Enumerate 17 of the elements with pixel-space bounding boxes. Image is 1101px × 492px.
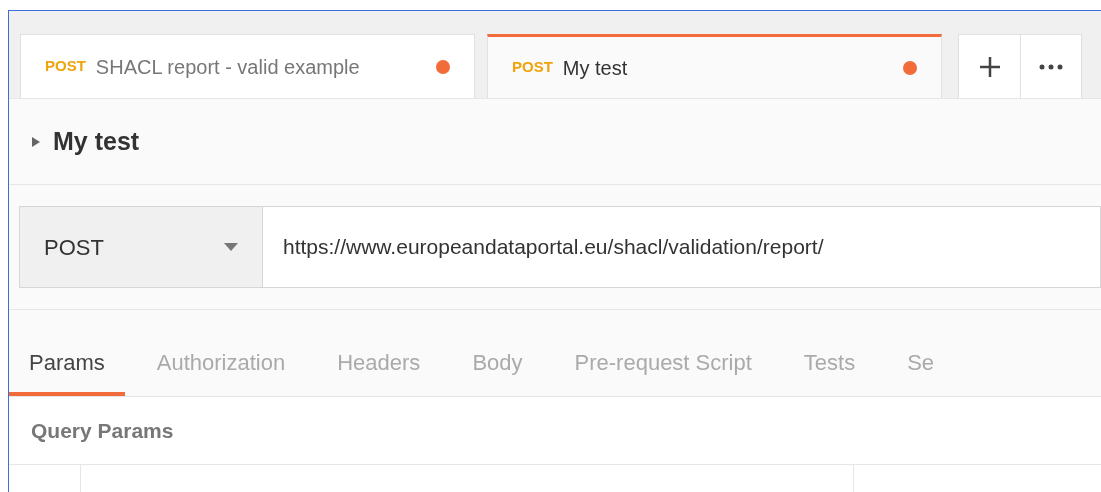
section-tab[interactable]: Tests [783,346,876,396]
request-tab[interactable]: POST SHACL report - valid example [20,34,475,98]
section-tab[interactable]: Se [887,346,955,396]
section-tab[interactable]: Body [452,346,543,396]
request-tab[interactable]: POST My test [487,34,942,98]
method-label: POST [512,57,553,78]
section-tab[interactable]: Pre-request Script [554,346,772,396]
section-title: Query Params [31,417,174,444]
request-name: My test [53,125,140,157]
caret-icon[interactable] [31,135,41,148]
section-tab[interactable]: Authorization [136,346,306,396]
tab-title: SHACL report - valid example [95,54,361,80]
section-tab[interactable]: Headers [317,346,441,396]
more-icon [1039,63,1063,70]
method-label: POST [45,56,86,77]
tab-title: My test [562,55,629,81]
plus-icon [977,54,1002,79]
